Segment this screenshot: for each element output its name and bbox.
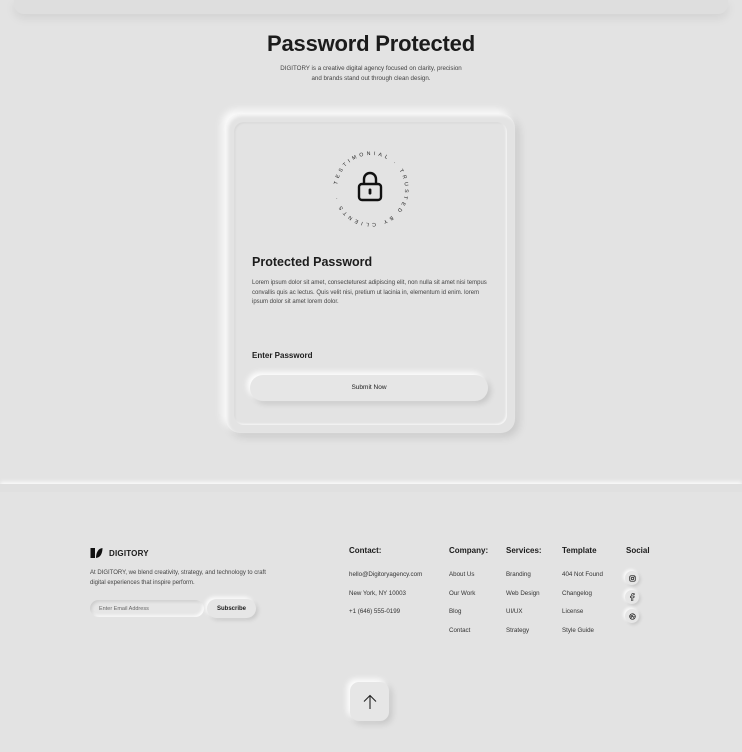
services-list: Branding Web Design UI/UX Strategy: [506, 571, 540, 646]
company-title: Company:: [449, 546, 489, 555]
template-list: 404 Not Found Changelog License Style Gu…: [562, 571, 603, 646]
company-link-work[interactable]: Our Work: [449, 590, 475, 609]
service-link-strategy[interactable]: Strategy: [506, 627, 540, 646]
password-card: TESTIMONIAL · TRUSTED BY CLIENTS · Prote…: [226, 114, 515, 433]
instagram-icon: [628, 574, 636, 582]
service-link-uiux[interactable]: UI/UX: [506, 608, 540, 627]
template-link-license[interactable]: License: [562, 608, 603, 627]
hero-section: Password Protected DIGITORY is a creativ…: [0, 0, 742, 486]
template-link-changelog[interactable]: Changelog: [562, 590, 603, 609]
back-to-top-button[interactable]: [350, 682, 389, 721]
footer-brand[interactable]: DIGITORY: [90, 547, 149, 559]
submit-button[interactable]: Submit Now: [250, 375, 488, 401]
subscribe-button[interactable]: Subscribe: [207, 599, 256, 618]
brand-name: DIGITORY: [109, 548, 149, 558]
company-list: About Us Our Work Blog Contact: [449, 571, 475, 646]
template-link-404[interactable]: 404 Not Found: [562, 571, 603, 590]
logo-icon: [90, 548, 103, 558]
password-label: Enter Password: [252, 351, 313, 360]
company-link-blog[interactable]: Blog: [449, 608, 475, 627]
contact-phone[interactable]: +1 (646) 555-0199: [349, 608, 422, 627]
card-title: Protected Password: [252, 255, 373, 269]
subtitle-line-1: DIGITORY is a creative digital agency fo…: [280, 65, 462, 72]
social-list: [625, 571, 639, 628]
service-link-webdesign[interactable]: Web Design: [506, 590, 540, 609]
facebook-icon: [630, 593, 635, 601]
email-input[interactable]: [90, 600, 204, 617]
company-link-about[interactable]: About Us: [449, 571, 475, 590]
contact-list: hello@Digitoryagency.com New York, NY 10…: [349, 571, 422, 627]
template-link-styleguide[interactable]: Style Guide: [562, 627, 603, 646]
contact-address: New York, NY 10003: [349, 589, 406, 597]
section-divider: [0, 484, 742, 492]
company-link-contact[interactable]: Contact: [449, 627, 475, 646]
footer: DIGITORY At DIGITORY, we blend creativit…: [0, 492, 742, 752]
services-title: Services:: [506, 546, 542, 555]
page-subtitle: DIGITORY is a creative digital agency fo…: [0, 64, 742, 84]
dribbble-button[interactable]: [625, 609, 639, 623]
contact-title: Contact:: [349, 546, 382, 555]
template-title: Template: [562, 546, 597, 555]
lock-icon: [357, 171, 383, 202]
instagram-button[interactable]: [625, 571, 639, 585]
arrow-up-icon: [363, 694, 376, 709]
dribbble-icon: [628, 612, 636, 620]
subtitle-line-2: and brands stand out through clean desig…: [311, 75, 431, 82]
contact-email[interactable]: hello@Digitoryagency.com: [349, 571, 422, 590]
card-description: Lorem ipsum dolor sit amet, consecteture…: [252, 280, 487, 305]
service-link-branding[interactable]: Branding: [506, 571, 540, 590]
social-title: Social: [626, 546, 650, 555]
brand-description: At DIGITORY, we blend creativity, strate…: [90, 570, 266, 586]
page-title: Password Protected: [267, 31, 475, 56]
facebook-button[interactable]: [625, 590, 639, 604]
